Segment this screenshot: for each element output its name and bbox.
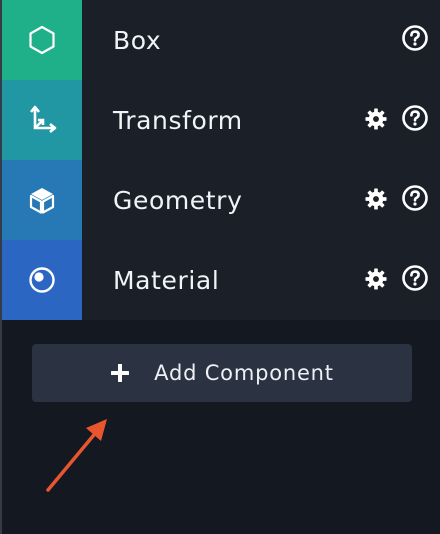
help-icon[interactable] bbox=[401, 24, 429, 52]
component-icon-tile-geometry bbox=[2, 160, 82, 240]
help-icon[interactable] bbox=[401, 264, 429, 292]
add-component-button[interactable]: Add Component bbox=[32, 344, 412, 402]
gear-icon[interactable] bbox=[364, 187, 388, 211]
component-row-transform[interactable]: Transform bbox=[2, 80, 440, 160]
component-icon-tile-box bbox=[2, 0, 82, 80]
component-icon-tile-material bbox=[2, 240, 82, 320]
component-label-material: Material bbox=[113, 265, 220, 295]
component-row-material[interactable]: Material bbox=[2, 240, 440, 320]
component-label-box: Box bbox=[113, 25, 162, 55]
gear-icon[interactable] bbox=[364, 267, 388, 291]
component-label-transform: Transform bbox=[113, 105, 243, 135]
cube-icon bbox=[27, 185, 57, 215]
gear-icon[interactable] bbox=[364, 107, 388, 131]
plus-icon bbox=[110, 363, 130, 383]
components-panel: Box Transform Geometry Material Add Comp… bbox=[0, 0, 440, 534]
component-list: Box Transform Geometry Material bbox=[2, 0, 440, 320]
hexagon-icon bbox=[27, 25, 57, 55]
material-sphere-icon bbox=[27, 265, 57, 295]
help-icon[interactable] bbox=[401, 184, 429, 212]
component-row-geometry[interactable]: Geometry bbox=[2, 160, 440, 240]
add-component-label: Add Component bbox=[154, 361, 334, 385]
help-icon[interactable] bbox=[401, 104, 429, 132]
transform-axes-icon bbox=[26, 104, 58, 136]
component-label-geometry: Geometry bbox=[113, 185, 243, 215]
component-icon-tile-transform bbox=[2, 80, 82, 160]
component-row-box[interactable]: Box bbox=[2, 0, 440, 80]
